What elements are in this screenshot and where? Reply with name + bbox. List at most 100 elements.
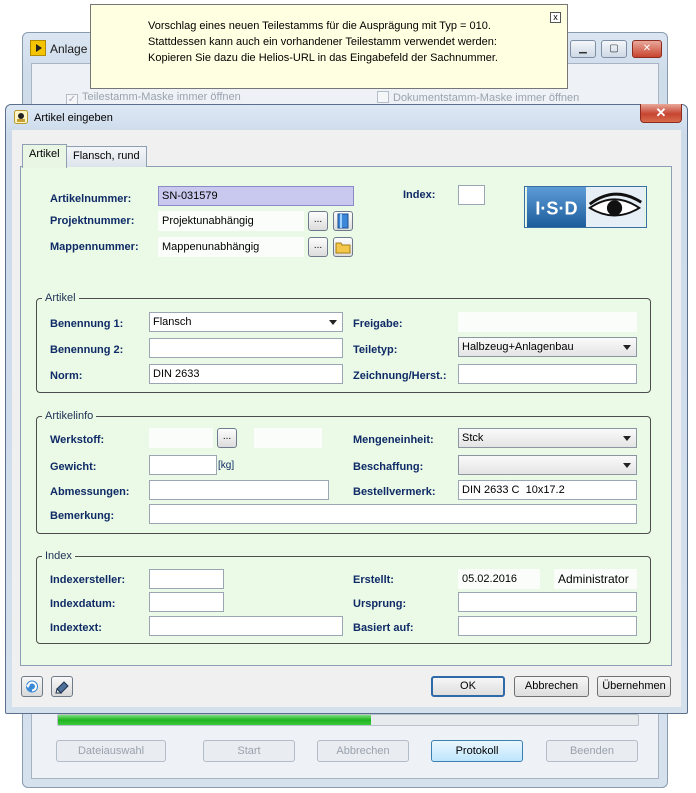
mappennummer-value: Mappenunabhängig — [158, 237, 304, 257]
indextext-input[interactable] — [149, 616, 343, 636]
ursprung-label: Ursprung: — [353, 598, 407, 610]
abbrechen-bg-button[interactable]: Abbrechen — [317, 740, 409, 762]
background-window-title: Anlage — [50, 42, 88, 56]
tooltip-line-1: Vorschlag eines neuen Teilestamms für di… — [148, 20, 491, 32]
ursprung-input[interactable] — [458, 592, 637, 612]
basiert-label: Basiert auf: — [353, 622, 414, 634]
mengeneinheit-label: Mengeneinheit: — [353, 434, 434, 446]
indexdatum-input[interactable] — [149, 592, 224, 612]
chevron-down-icon — [623, 463, 631, 468]
gewicht-label: Gewicht: — [50, 461, 97, 473]
basiert-input[interactable] — [458, 616, 637, 636]
artikelinfo-group-title: Artikelinfo — [42, 410, 97, 422]
tooltip-line-2: Stattdessen kann auch ein vorhandener Te… — [148, 36, 497, 48]
benennung2-input[interactable] — [149, 338, 343, 358]
maximize-icon[interactable]: ▢ — [601, 40, 627, 58]
index-input[interactable] — [458, 185, 485, 205]
freigabe-value — [458, 312, 637, 332]
werkstoff-browse-button[interactable]: ... — [217, 428, 237, 448]
erstellt-label: Erstellt: — [353, 574, 394, 586]
bemerkung-label: Bemerkung: — [50, 510, 115, 522]
eraser-icon — [55, 681, 69, 694]
dialog-close-icon[interactable]: ✕ — [640, 104, 682, 123]
artikelnummer-input[interactable]: SN-031579 — [158, 186, 354, 206]
book-icon — [337, 213, 349, 229]
refresh-icon — [26, 680, 38, 693]
index-group-title: Index — [42, 550, 75, 562]
progress-bar — [57, 714, 639, 726]
werkstoff-value — [149, 428, 213, 448]
gewicht-unit: [kg] — [218, 460, 235, 471]
chevron-down-icon — [329, 320, 337, 325]
mappe-folder-button[interactable] — [333, 237, 353, 257]
dokumentstamm-checkbox[interactable]: Dokumentstamm-Maske immer öffnen — [377, 91, 579, 104]
uebernehmen-button[interactable]: Übernehmen — [597, 676, 671, 697]
indexdatum-label: Indexdatum: — [50, 598, 116, 610]
indexersteller-input[interactable] — [149, 569, 224, 589]
teiletyp-value: Halbzeug+Anlagenbau — [462, 341, 574, 353]
tab-flansch-rund[interactable]: Flansch, rund — [66, 146, 147, 167]
abbrechen-button[interactable]: Abbrechen — [514, 676, 589, 697]
refresh-button[interactable] — [21, 676, 43, 697]
close-icon[interactable]: ✕ — [632, 40, 662, 58]
beschaffung-select[interactable] — [458, 455, 637, 475]
isd-logo: I·S·D — [524, 186, 647, 228]
abmessungen-label: Abmessungen: — [50, 486, 130, 498]
werkstoff-label: Werkstoff: — [50, 434, 105, 446]
dokumentstamm-checkbox-label: Dokumentstamm-Maske immer öffnen — [393, 92, 580, 104]
zeichnung-label: Zeichnung/Herst.: — [353, 370, 447, 382]
bestellvermerk-label: Bestellvermerk: — [353, 486, 436, 498]
teiletyp-label: Teiletyp: — [353, 344, 398, 356]
bemerkung-input[interactable] — [149, 504, 637, 524]
minimize-icon[interactable]: ▁ — [570, 40, 596, 58]
werkstoff-description — [254, 428, 322, 448]
progress-fill — [58, 715, 372, 725]
mengeneinheit-select[interactable]: Stck — [458, 428, 637, 448]
gewicht-input[interactable] — [149, 455, 217, 475]
mappe-browse-button[interactable]: ... — [308, 237, 328, 257]
start-button[interactable]: Start — [203, 740, 295, 762]
freigabe-label: Freigabe: — [353, 318, 403, 330]
projektnummer-label: Projektnummer: — [50, 215, 135, 227]
app-logo-icon — [30, 40, 46, 56]
erstellt-date: 05.02.2016 — [458, 569, 540, 589]
ok-button[interactable]: OK — [431, 676, 505, 697]
erstellt-user: Administrator — [554, 569, 637, 589]
chevron-down-icon — [623, 436, 631, 441]
zeichnung-input[interactable] — [458, 364, 637, 384]
beschaffung-label: Beschaffung: — [353, 461, 424, 473]
tooltip-close-icon[interactable]: x — [550, 12, 561, 23]
protokoll-button[interactable]: Protokoll — [431, 740, 523, 762]
mappennummer-label: Mappennummer: — [50, 241, 139, 253]
norm-label: Norm: — [50, 370, 83, 382]
benennung2-label: Benennung 2: — [50, 344, 124, 356]
index-label: Index: — [403, 189, 436, 201]
abmessungen-input[interactable] — [149, 480, 329, 500]
projektnummer-value: Projektunabhängig — [158, 211, 304, 231]
checkbox-empty-icon — [377, 91, 389, 103]
beenden-button[interactable]: Beenden — [546, 740, 638, 762]
benennung1-label: Benennung 1: — [50, 318, 124, 330]
benennung1-select[interactable]: Flansch — [149, 312, 343, 332]
norm-input[interactable]: DIN 2633 — [149, 364, 343, 384]
bestellvermerk-input[interactable]: DIN 2633 C 10x17.2 — [458, 480, 637, 500]
projekt-book-button[interactable] — [333, 211, 353, 231]
artikel-group-title: Artikel — [42, 292, 79, 304]
chevron-down-icon — [623, 345, 631, 350]
logo-text: I·S·D — [535, 199, 577, 219]
indextext-label: Indextext: — [50, 622, 102, 634]
dialog-title: Artikel eingeben — [34, 112, 113, 124]
dateiauswahl-button[interactable]: Dateiauswahl — [56, 740, 166, 762]
teiletyp-select[interactable]: Halbzeug+Anlagenbau — [458, 337, 637, 357]
mengeneinheit-value: Stck — [462, 432, 484, 444]
indexersteller-label: Indexersteller: — [50, 574, 126, 586]
tab-artikel[interactable]: Artikel — [22, 144, 67, 168]
eraser-button[interactable] — [51, 676, 73, 697]
benennung1-value: Flansch — [153, 316, 192, 328]
dialog-app-icon — [14, 110, 28, 124]
folder-icon — [335, 242, 351, 254]
teilestamm-checkbox-label: Teilestamm-Maske immer öffnen — [82, 91, 241, 103]
projekt-browse-button[interactable]: ... — [308, 211, 328, 231]
artikelnummer-label: Artikelnummer: — [50, 193, 132, 205]
tooltip-line-3: Kopieren Sie dazu die Helios-URL in das … — [148, 52, 498, 64]
